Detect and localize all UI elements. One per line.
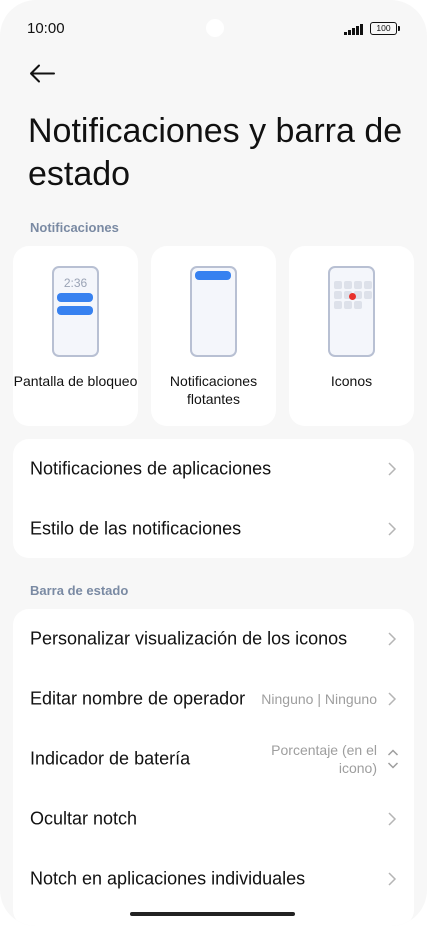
card-icons[interactable]: Iconos: [289, 246, 414, 426]
card-label: Notificaciones flotantes: [169, 373, 258, 407]
lock-screen-illustration: 2:36: [52, 266, 99, 357]
back-button[interactable]: [22, 58, 62, 90]
row-label: Editar nombre de operador: [30, 688, 246, 709]
mock-clock: 2:36: [63, 276, 88, 290]
row-hide-notch[interactable]: Ocultar notch: [13, 789, 414, 849]
chevron-up-down-icon: [387, 749, 399, 769]
row-carrier-name[interactable]: Editar nombre de operador Ninguno | Ning…: [13, 669, 414, 729]
row-label: Ocultar notch: [30, 808, 138, 829]
notifications-settings-group: Notificaciones de aplicaciones Estilo de…: [13, 439, 414, 558]
mock-notification-bar: [57, 306, 93, 315]
section-label-status-bar: Barra de estado: [30, 583, 129, 598]
row-battery-indicator[interactable]: Indicador de batería Porcentaje (en el i…: [13, 729, 414, 789]
back-arrow-icon: [30, 64, 55, 83]
section-label-notifications: Notificaciones: [30, 220, 119, 235]
row-value-line: Porcentaje (en el: [271, 742, 377, 758]
row-label: Personalizar visualización de los iconos: [30, 628, 348, 649]
row-value: Porcentaje (en el icono): [271, 741, 377, 777]
row-app-notifications[interactable]: Notificaciones de aplicaciones: [13, 439, 414, 499]
card-label: Pantalla de bloqueo: [13, 373, 138, 389]
phone-screen: 10:00 100 Notificaciones y barra de esta…: [0, 0, 427, 926]
chevron-right-icon: [388, 462, 397, 476]
row-label: Indicador de batería: [30, 748, 191, 769]
floating-notification-illustration: [190, 266, 237, 357]
home-indicator[interactable]: [130, 912, 295, 916]
chevron-right-icon: [388, 692, 397, 706]
front-camera: [206, 19, 224, 37]
signal-icon: [344, 24, 363, 35]
chevron-right-icon: [388, 632, 397, 646]
status-time: 10:00: [27, 20, 65, 37]
status-bar: 10:00 100: [0, 0, 427, 58]
chevron-right-icon: [388, 872, 397, 886]
battery-icon: 100: [370, 22, 400, 35]
status-bar-settings-group: Personalizar visualización de los iconos…: [13, 609, 414, 926]
page-title: Notificaciones y barra de estado: [28, 112, 403, 193]
row-label: Notch en aplicaciones individuales: [30, 868, 306, 889]
row-label: Notificaciones de aplicaciones: [30, 458, 272, 479]
chevron-right-icon: [388, 812, 397, 826]
row-notification-style[interactable]: Estilo de las notificaciones: [13, 499, 414, 559]
row-customize-icons[interactable]: Personalizar visualización de los iconos: [13, 609, 414, 669]
app-icons-illustration: [328, 266, 375, 357]
card-lock-screen[interactable]: 2:36 Pantalla de bloqueo: [13, 246, 138, 426]
card-floating-notifications[interactable]: Notificaciones flotantes: [151, 246, 276, 426]
mock-notification-bar: [57, 293, 93, 302]
row-value-line: icono): [338, 760, 377, 776]
row-label: Estilo de las notificaciones: [30, 518, 242, 539]
row-notch-per-app[interactable]: Notch en aplicaciones individuales: [13, 849, 414, 909]
mock-floating-bar: [195, 271, 231, 280]
card-label: Iconos: [330, 373, 373, 389]
notification-badge-dot: [348, 292, 356, 300]
row-value: Ninguno | Ninguno: [261, 691, 377, 707]
chevron-right-icon: [388, 522, 397, 536]
